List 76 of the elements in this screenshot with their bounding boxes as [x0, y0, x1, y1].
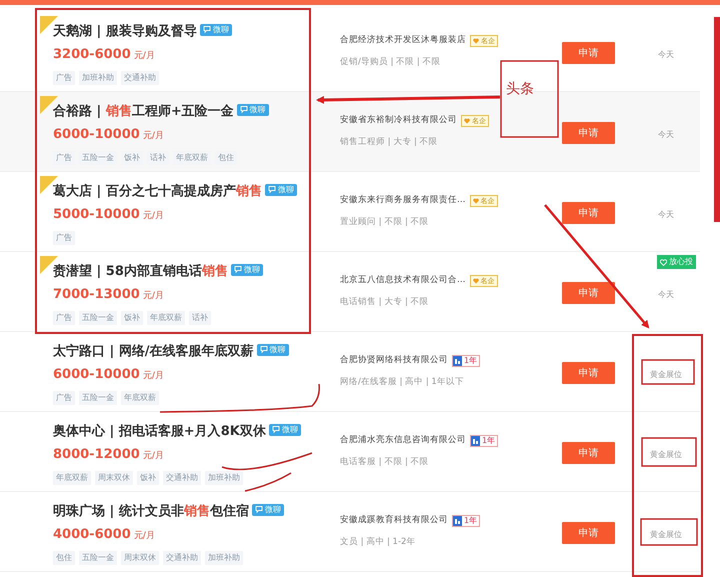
post-date: 今天	[658, 210, 674, 218]
salary-unit: 元/月	[134, 51, 155, 62]
benefit-tag: 饭补	[121, 150, 143, 165]
salary-unit: 元/月	[142, 371, 164, 382]
benefit-tag: 广告	[53, 150, 75, 165]
benefit-tag: 广告	[53, 310, 75, 325]
benefit-tag: 年底双薪	[53, 470, 91, 485]
benefit-tag: 周末双休	[95, 470, 133, 485]
job-title[interactable]: 合裕路 | 销售工程师+五险一金	[53, 104, 234, 120]
post-date: 今天	[658, 290, 674, 298]
company-name[interactable]: 合肥协贤网络科技有限公司	[340, 354, 448, 367]
job-title[interactable]: 葛大店 | 百分之七十高提成房产销售	[53, 184, 262, 200]
trust-badge: 放心投	[657, 255, 696, 269]
benefit-tag: 交通补助	[163, 470, 201, 485]
post-date: 今天	[658, 50, 674, 58]
job-title[interactable]: 天鹅湖 | 服装导购及督导	[53, 24, 197, 40]
job-requirements: 电话客服 | 不限 | 不限	[340, 456, 430, 469]
benefit-tag: 五险一金	[79, 310, 117, 325]
benefit-tag: 交通补助	[163, 550, 201, 565]
salary: 5000-10000	[53, 207, 140, 222]
company-name[interactable]: 合肥浦水亮东信息咨询有限公司	[340, 434, 466, 447]
company-name[interactable]: 安徽东来行商务服务有限责任…	[340, 194, 466, 207]
salary: 7000-13000	[53, 287, 140, 302]
company-name[interactable]: 安徽成蹊教育科技有限公司	[340, 514, 448, 527]
benefit-tag: 加班补助	[205, 470, 243, 485]
benefit-tag: 周末双休	[121, 550, 159, 565]
job-title[interactable]: 奥体中心 | 招电话客服+月入8K双休	[53, 424, 266, 440]
job-title[interactable]: 太宁路口 | 网络/在线客服年底双薪	[53, 344, 254, 360]
benefit-tag: 包住	[215, 150, 237, 165]
benefit-tag: 话补	[147, 150, 169, 165]
salary-unit: 元/月	[142, 131, 164, 142]
post-date: 黄金展位	[650, 530, 682, 538]
company-name[interactable]: 北京五八信息技术有限公司合…	[340, 274, 466, 287]
post-date: 黄金展位	[650, 450, 682, 458]
job-requirements: 置业顾问 | 不限 | 不限	[340, 216, 430, 229]
job-requirements: 销售工程师 | 大专 | 不限	[340, 136, 439, 149]
salary: 4000-6000	[53, 527, 131, 542]
salary-unit: 元/月	[142, 291, 164, 302]
salary-unit: 元/月	[142, 211, 164, 222]
years-badge: 1年	[452, 354, 480, 367]
benefit-tag: 五险一金	[79, 150, 117, 165]
benefit-tag: 广告	[53, 230, 75, 245]
job-requirements: 促销/导购员 | 不限 | 不限	[340, 56, 442, 69]
company-name[interactable]: 合肥经济技术开发区沐粤服装店	[340, 34, 466, 47]
benefit-tag: 广告	[53, 390, 75, 405]
post-date: 今天	[658, 130, 674, 138]
benefit-tag: 加班补助	[79, 70, 117, 85]
benefit-tag: 饭补	[137, 470, 159, 485]
benefit-tag: 五险一金	[79, 550, 117, 565]
annotation-label: 头条	[506, 80, 534, 99]
salary: 6000-10000	[53, 127, 140, 142]
benefit-tag: 年底双薪	[121, 390, 159, 405]
benefit-tag: 包住	[53, 550, 75, 565]
benefit-tag: 年底双薪	[147, 310, 185, 325]
job-requirements: 文员 | 高中 | 1-2年	[340, 536, 416, 549]
salary: 3200-6000	[53, 47, 131, 62]
post-date: 黄金展位	[650, 370, 682, 378]
job-requirements: 网络/在线客服 | 高中 | 1年以下	[340, 376, 465, 389]
years-badge: 1年	[470, 434, 498, 447]
benefit-tag: 话补	[189, 310, 211, 325]
benefit-tag: 加班补助	[205, 550, 243, 565]
salary-unit: 元/月	[134, 531, 155, 542]
years-badge: 1年	[452, 514, 480, 527]
job-title[interactable]: 赉潜望 | 58内部直销电话销售	[53, 264, 228, 280]
job-requirements: 电话销售 | 大专 | 不限	[340, 296, 430, 309]
job-title[interactable]: 明珠广场 | 统计文员非销售包住宿	[53, 504, 249, 520]
benefit-tag: 交通补助	[121, 70, 159, 85]
salary-unit: 元/月	[142, 451, 164, 462]
benefit-tag: 广告	[53, 70, 75, 85]
salary: 6000-10000	[53, 367, 140, 382]
scribble	[244, 472, 292, 492]
benefit-tag: 年底双薪	[173, 150, 211, 165]
company-name[interactable]: 安徽省东裕制冷科技有限公司	[340, 114, 457, 127]
benefit-tag: 五险一金	[79, 390, 117, 405]
benefit-tag: 饭补	[121, 310, 143, 325]
salary: 8000-12000	[53, 447, 140, 462]
